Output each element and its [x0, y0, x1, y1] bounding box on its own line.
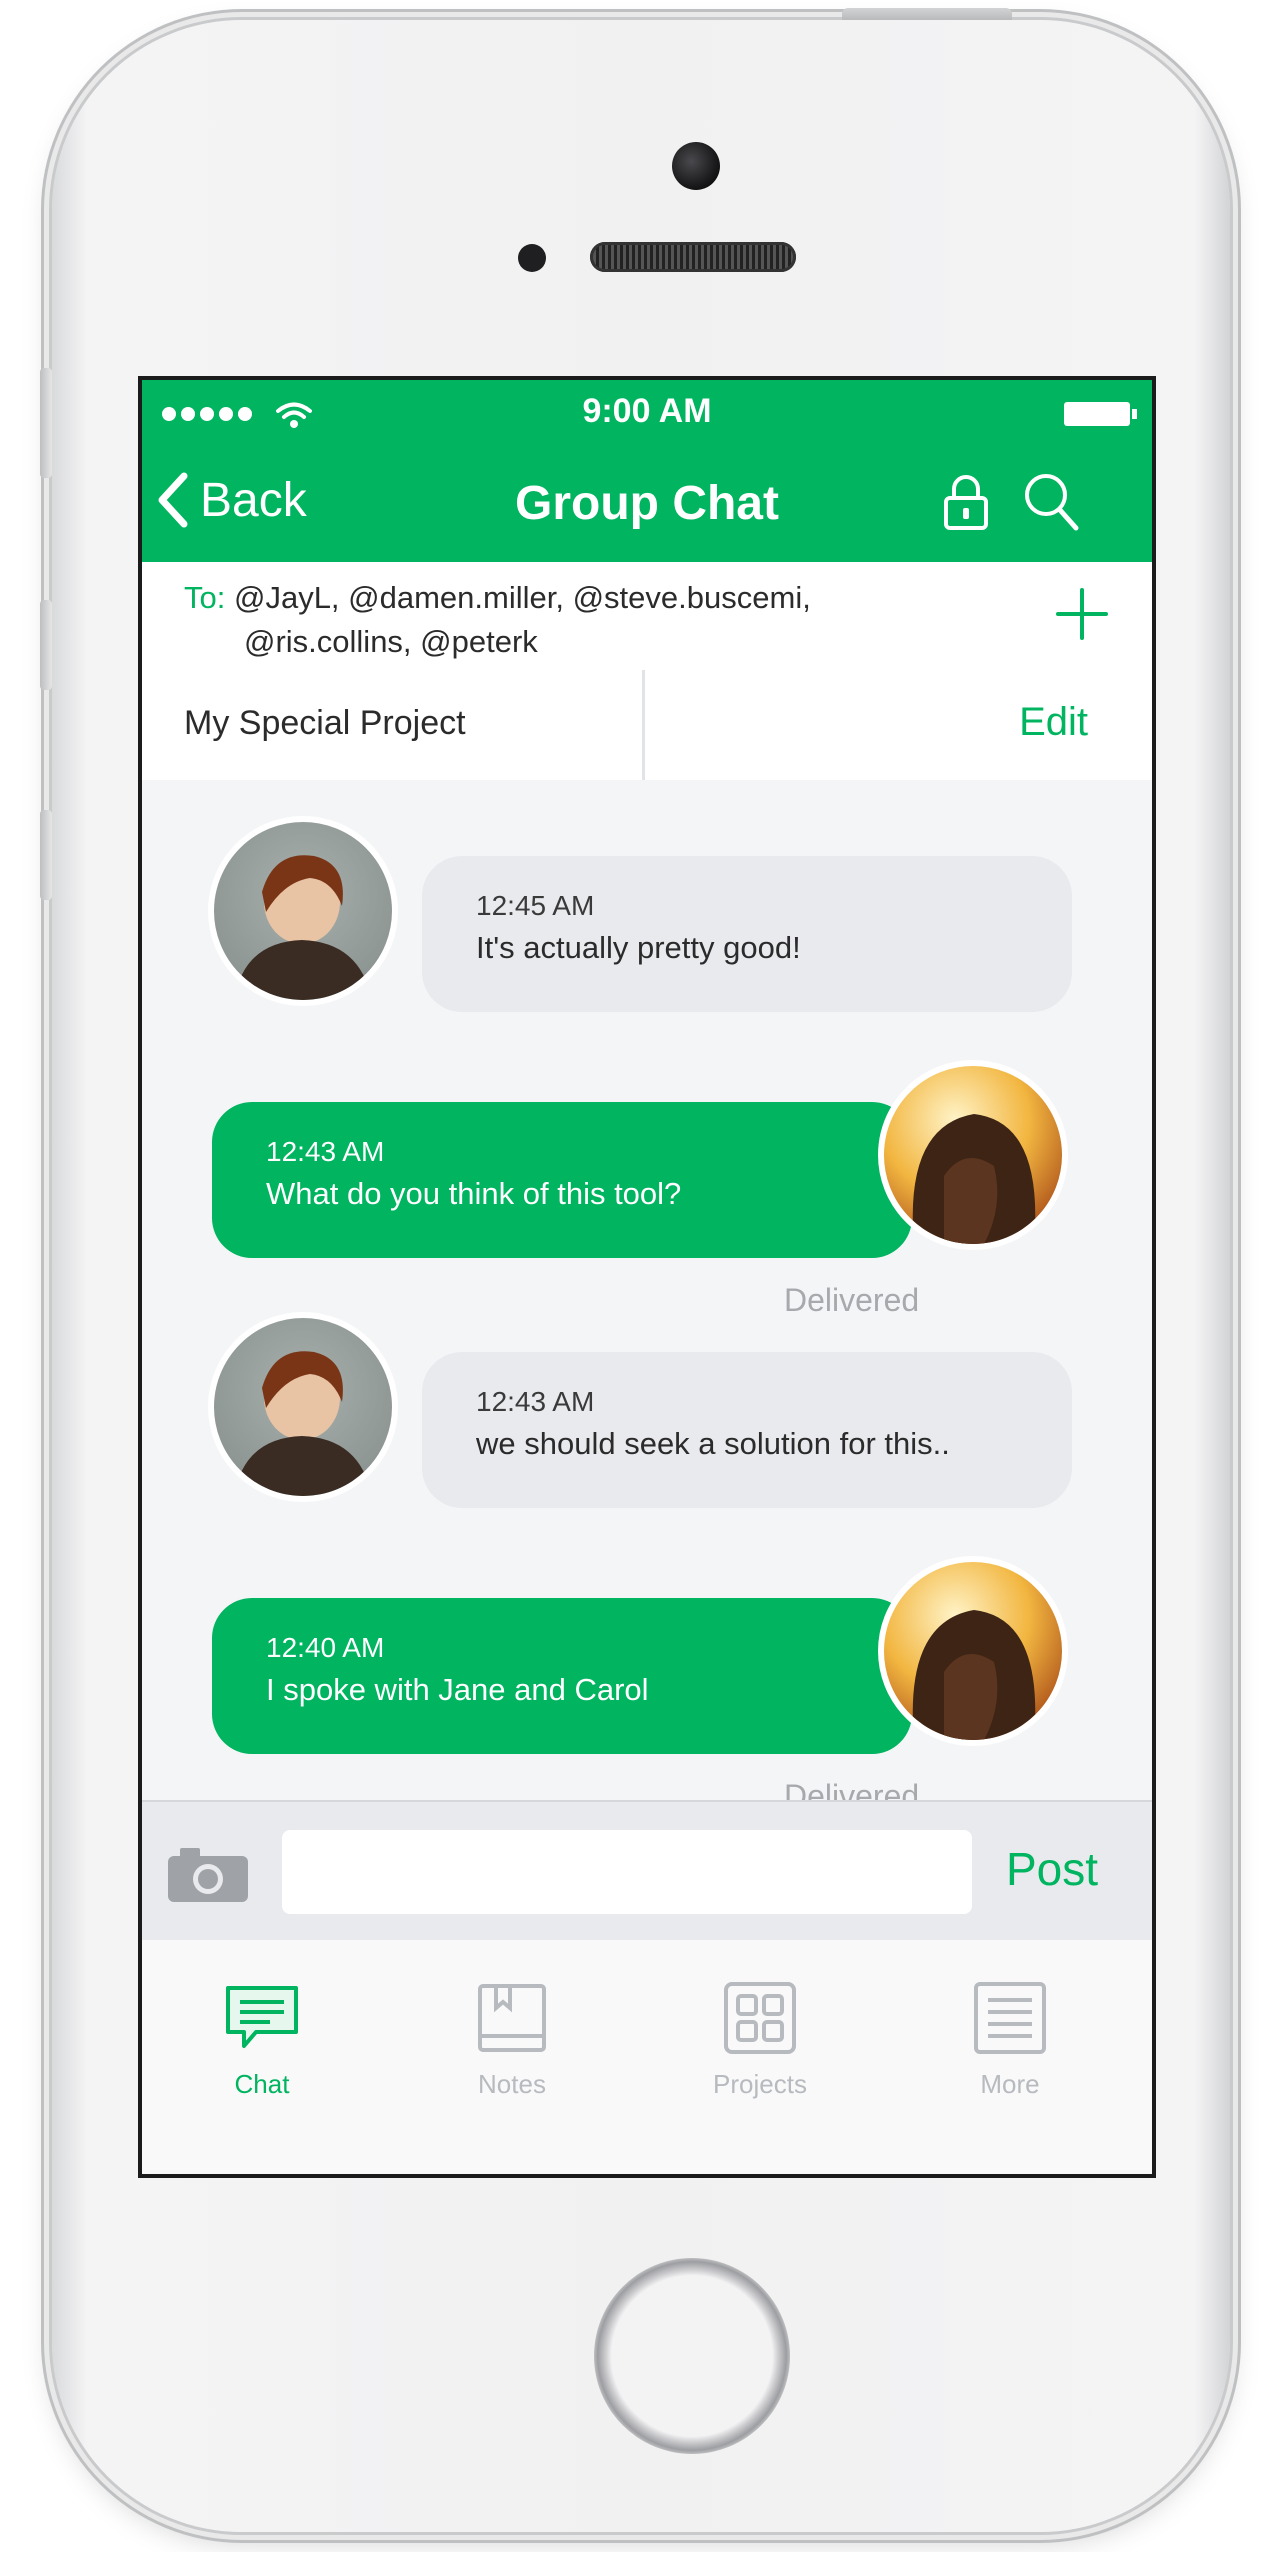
lock-icon[interactable]	[942, 472, 990, 532]
earpiece-speaker	[590, 242, 796, 272]
chat-icon	[226, 1986, 298, 2048]
recipients-line-2: @ris.collins, @peterk	[244, 624, 538, 659]
outgoing-message-bubble: 12:43 AM What do you think of this tool?	[212, 1102, 912, 1258]
person-icon	[912, 1610, 1036, 1740]
message-text: It's actually pretty good!	[476, 930, 801, 965]
home-button[interactable]	[594, 2258, 790, 2454]
tab-chat[interactable]: Chat	[182, 1982, 342, 2100]
chevron-left-icon	[158, 472, 188, 528]
message-composer: Post	[142, 1800, 1152, 1942]
status-bar: 9:00 AM	[142, 380, 1152, 442]
front-camera	[672, 142, 720, 190]
tab-label: Chat	[234, 2069, 290, 2099]
app-screen: 9:00 AM Back Group Chat To: @JayL, @dame…	[138, 376, 1156, 2178]
avatar[interactable]	[208, 1312, 398, 1502]
message-time: 12:43 AM	[476, 1386, 595, 1417]
power-button	[842, 8, 1012, 20]
tab-label: More	[980, 2069, 1040, 2099]
incoming-message-bubble: 12:43 AM we should seek a solution for t…	[422, 1352, 1072, 1508]
message-time: 12:43 AM	[266, 1136, 385, 1167]
avatar[interactable]	[878, 1060, 1068, 1250]
navigation-bar: Back Group Chat	[142, 442, 1152, 562]
project-row: My Special Project Edit	[142, 670, 1152, 782]
divider	[642, 670, 645, 780]
camera-icon[interactable]	[166, 1844, 250, 1904]
recipients-row: To: @JayL, @damen.miller, @steve.buscemi…	[142, 562, 1152, 672]
back-button[interactable]: Back	[156, 472, 307, 528]
recipients-text-1: @JayL, @damen.miller, @steve.buscemi,	[233, 580, 811, 615]
tab-notes[interactable]: Notes	[432, 1982, 592, 2100]
mute-switch	[40, 368, 52, 478]
message-time: 12:45 AM	[476, 890, 595, 921]
recipients-line-1: To: @JayL, @damen.miller, @steve.buscemi…	[184, 576, 944, 620]
outgoing-message-bubble: 12:40 AM I spoke with Jane and Carol	[212, 1598, 912, 1754]
recipients-list: To: @JayL, @damen.miller, @steve.buscemi…	[184, 576, 944, 664]
avatar[interactable]	[208, 816, 398, 1006]
tab-label: Notes	[478, 2069, 546, 2099]
message-time: 12:40 AM	[266, 1632, 385, 1663]
edit-button[interactable]: Edit	[1019, 700, 1088, 745]
projects-icon	[724, 1982, 796, 2054]
notes-icon	[478, 1984, 546, 2052]
message-input[interactable]	[282, 1830, 972, 1914]
add-recipient-icon[interactable]	[1052, 584, 1112, 644]
person-icon	[234, 855, 372, 1000]
post-button[interactable]: Post	[1006, 1842, 1098, 1896]
tab-projects[interactable]: Projects	[680, 1982, 840, 2100]
delivery-status: Delivered	[784, 1778, 920, 1800]
avatar[interactable]	[878, 1556, 1068, 1746]
message-text: we should seek a solution for this..	[476, 1426, 950, 1461]
tab-label: Projects	[713, 2069, 807, 2099]
message-list[interactable]: 12:45 AM It's actually pretty good! 12:4…	[142, 780, 1152, 1800]
volume-down-button	[40, 810, 52, 900]
volume-up-button	[40, 600, 52, 690]
incoming-message-bubble: 12:45 AM It's actually pretty good!	[422, 856, 1072, 1012]
proximity-sensor	[518, 244, 546, 272]
project-name: My Special Project	[184, 704, 466, 742]
tab-bar: Chat Notes Projects More	[142, 1940, 1152, 2174]
more-icon	[974, 1982, 1046, 2054]
status-time: 9:00 AM	[582, 392, 712, 430]
message-text: I spoke with Jane and Carol	[266, 1672, 649, 1707]
tab-more[interactable]: More	[930, 1982, 1090, 2100]
search-icon[interactable]	[1022, 470, 1080, 532]
back-label: Back	[200, 473, 307, 527]
battery-icon	[1064, 402, 1137, 426]
person-icon	[912, 1114, 1036, 1244]
message-text: What do you think of this tool?	[266, 1176, 682, 1211]
person-icon	[234, 1351, 372, 1496]
to-label: To:	[184, 580, 226, 615]
delivery-status: Delivered	[784, 1282, 920, 1318]
